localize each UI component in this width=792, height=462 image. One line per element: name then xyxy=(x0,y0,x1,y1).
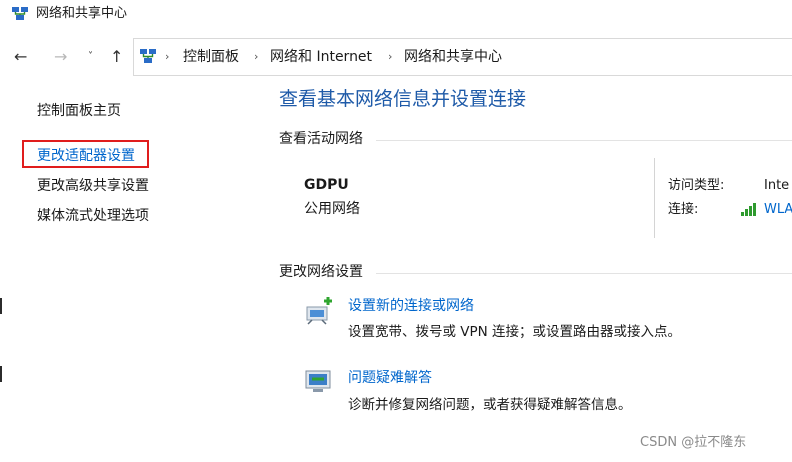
troubleshoot-link[interactable]: 问题疑难解答 xyxy=(348,368,432,388)
window-title: 网络和共享中心 xyxy=(36,6,128,21)
connection-label: 连接: xyxy=(668,202,699,217)
breadcrumb-network-internet[interactable]: 网络和 Internet xyxy=(270,47,372,67)
wifi-signal-icon xyxy=(741,203,756,216)
setup-connection-description: 设置宽带、拨号或 VPN 连接；或设置路由器或接入点。 xyxy=(348,324,682,340)
sidebar-item-media-streaming[interactable]: 媒体流式处理选项 xyxy=(37,206,149,226)
access-type-value: Inte xyxy=(764,178,790,193)
connection-link[interactable]: WLA xyxy=(764,200,792,220)
section-divider xyxy=(376,273,792,274)
network-setup-icon xyxy=(306,297,332,325)
watermark: CSDN @拉不隆东 xyxy=(640,435,747,450)
setup-connection-link[interactable]: 设置新的连接或网络 xyxy=(348,296,474,316)
address-network-icon xyxy=(140,49,156,63)
edge-mark xyxy=(0,366,2,382)
highlight-box xyxy=(22,140,149,168)
active-networks-heading: 查看活动网络 xyxy=(279,131,363,147)
up-button[interactable]: ↑ xyxy=(110,47,123,67)
back-button[interactable]: ← xyxy=(14,47,27,67)
sidebar-item-control-panel-home[interactable]: 控制面板主页 xyxy=(37,101,121,121)
vertical-divider xyxy=(654,158,655,238)
breadcrumb-control-panel[interactable]: 控制面板 xyxy=(183,47,239,67)
recent-locations-chevron-icon[interactable]: ˅ xyxy=(88,47,93,67)
troubleshoot-icon xyxy=(305,370,331,392)
sidebar-item-advanced-sharing[interactable]: 更改高级共享设置 xyxy=(37,176,149,196)
page-title: 查看基本网络信息并设置连接 xyxy=(279,88,527,110)
section-divider xyxy=(376,140,792,141)
forward-button[interactable]: → xyxy=(54,47,67,67)
network-category: 公用网络 xyxy=(304,201,360,217)
troubleshoot-description: 诊断并修复网络问题，或者获得疑难解答信息。 xyxy=(348,397,632,413)
breadcrumb-network-sharing-center[interactable]: 网络和共享中心 xyxy=(404,47,502,67)
breadcrumb-separator: › xyxy=(165,50,170,63)
breadcrumb-separator: › xyxy=(254,50,259,63)
edge-mark xyxy=(0,298,2,314)
network-center-icon xyxy=(12,7,28,20)
network-name: GDPU xyxy=(304,177,349,193)
breadcrumb-separator: › xyxy=(388,50,393,63)
change-settings-heading: 更改网络设置 xyxy=(279,264,363,280)
access-type-label: 访问类型: xyxy=(668,178,725,193)
